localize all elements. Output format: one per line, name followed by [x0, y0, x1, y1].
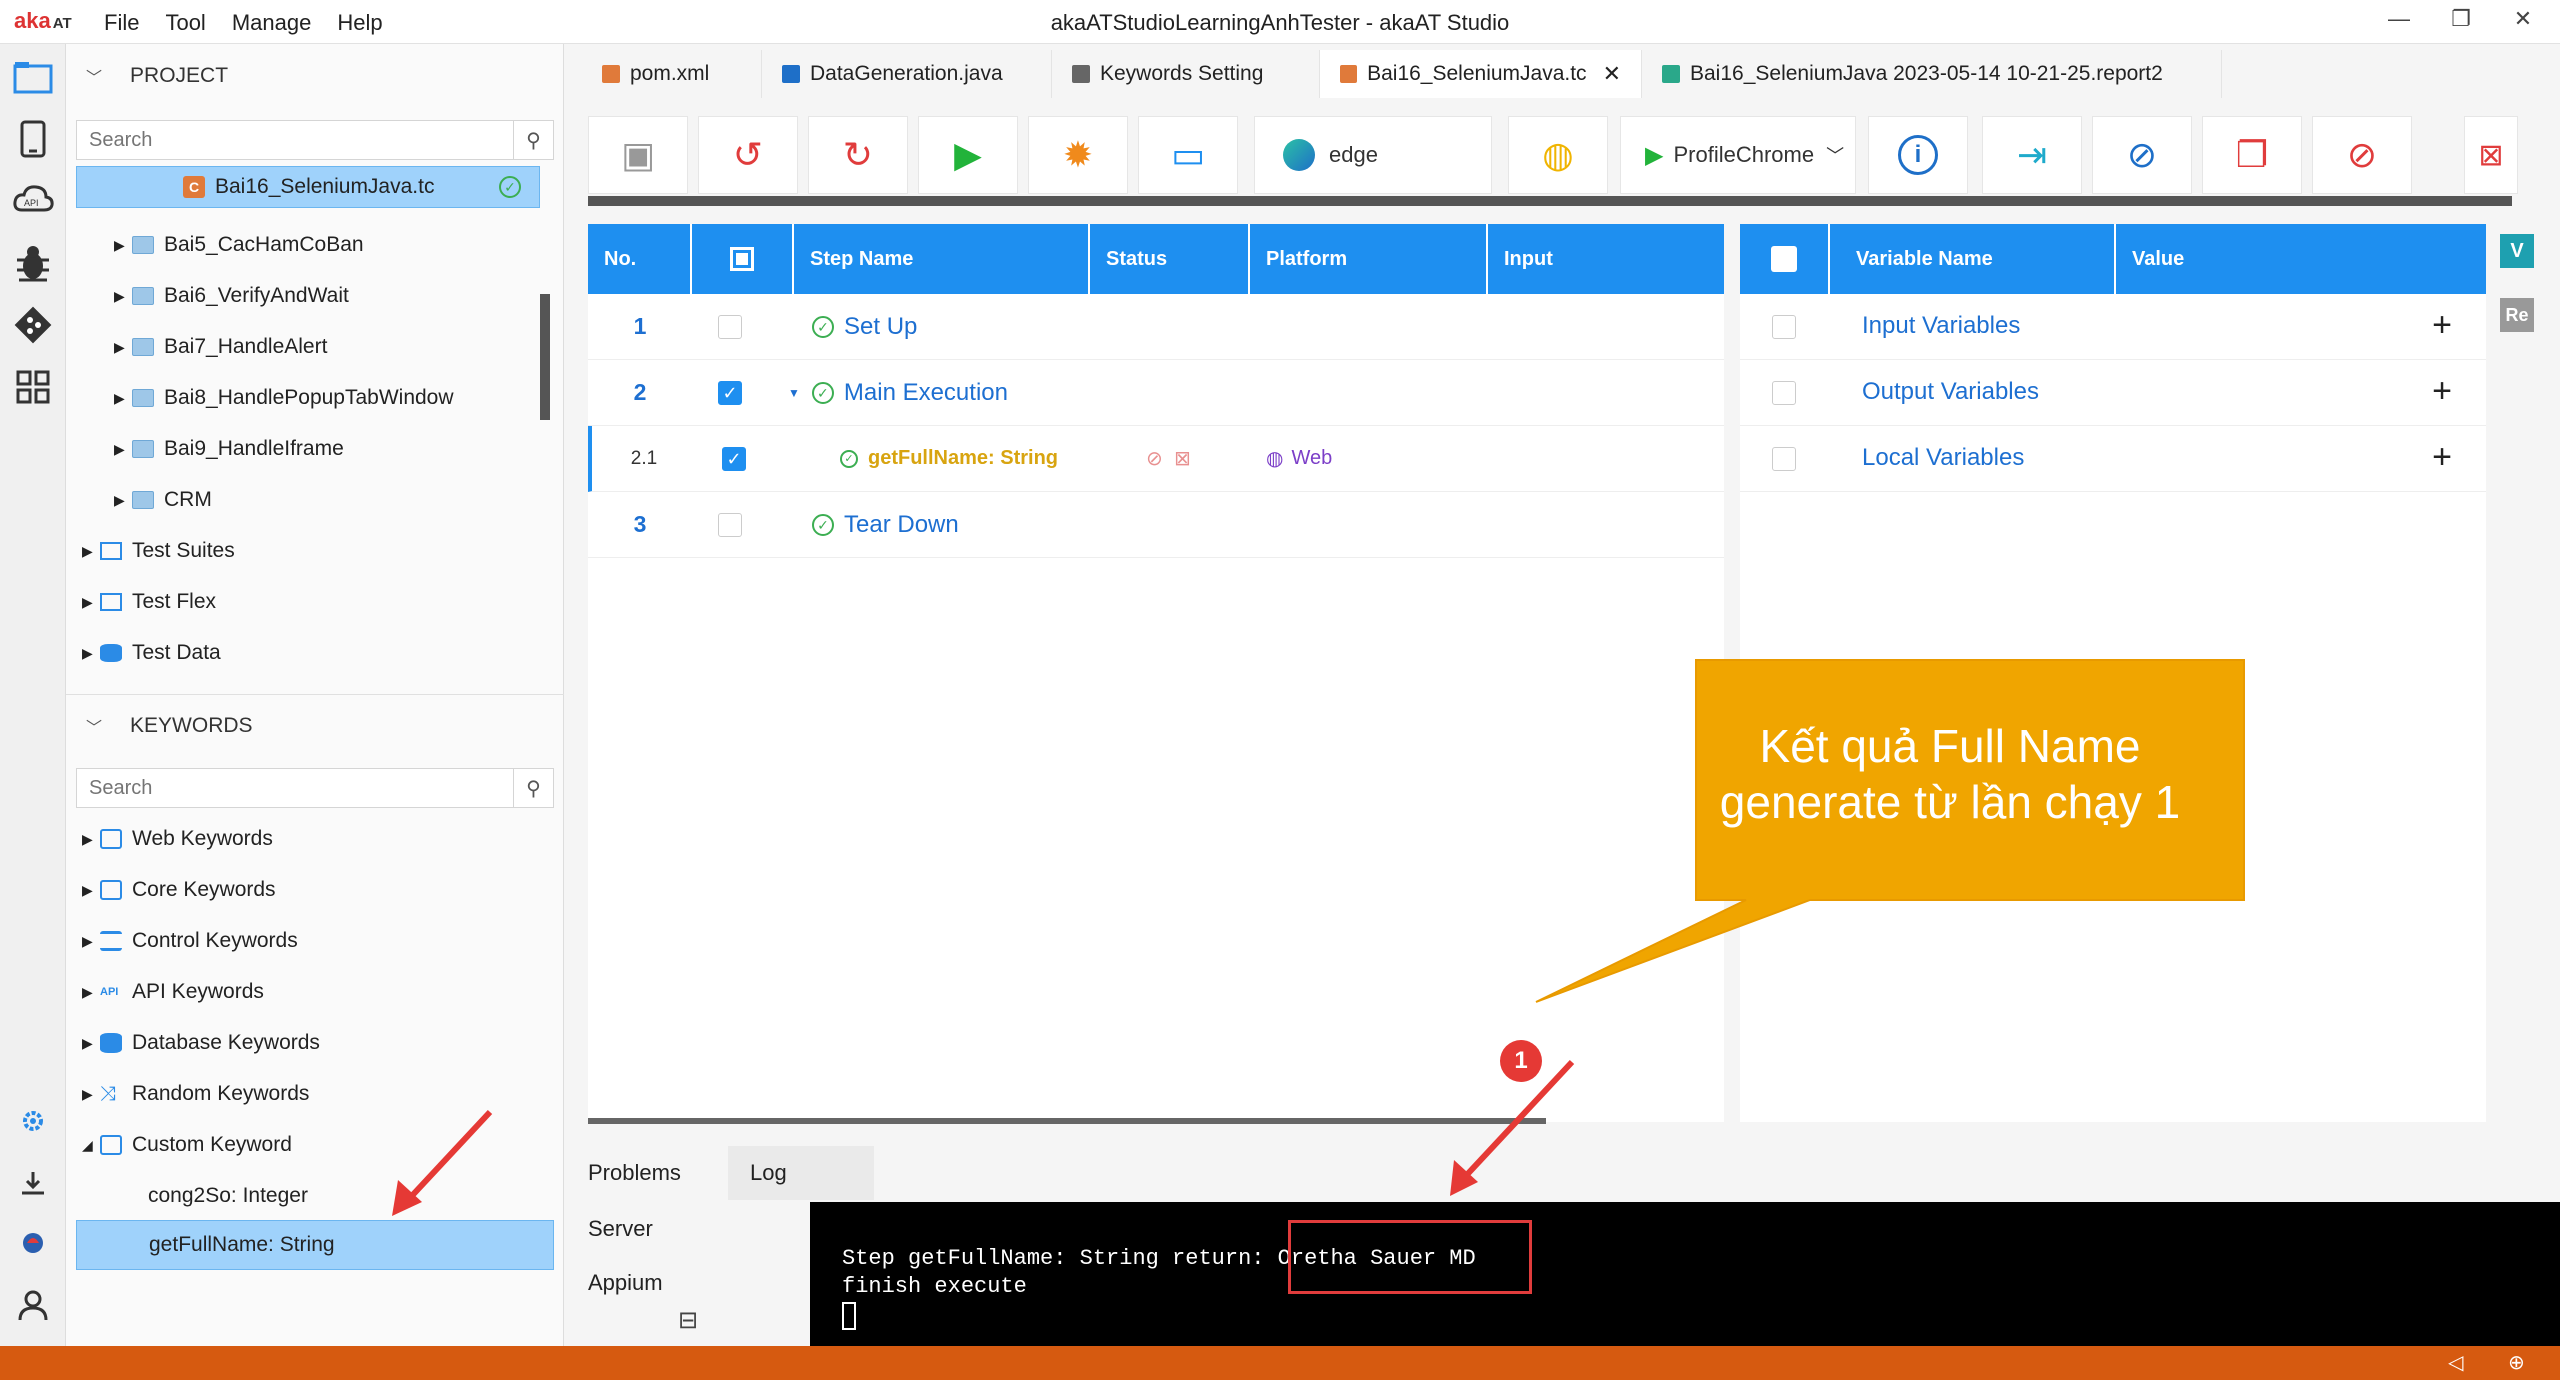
callout-bubble: [1535, 659, 2245, 1003]
callout-text: Kết quả Full Name generate từ lần chạy 1: [1719, 720, 2181, 828]
step-number-marker: 1: [1500, 1040, 1542, 1082]
notification-icon[interactable]: ◁: [2448, 1350, 2463, 1375]
network-icon[interactable]: ⊕: [2508, 1350, 2525, 1375]
arrow-head: [392, 1180, 422, 1216]
arrow-to-keyword: [405, 1109, 493, 1203]
annotation-overlay: [392, 659, 2245, 1216]
status-bar: ◁ ⊕: [0, 1346, 2560, 1380]
